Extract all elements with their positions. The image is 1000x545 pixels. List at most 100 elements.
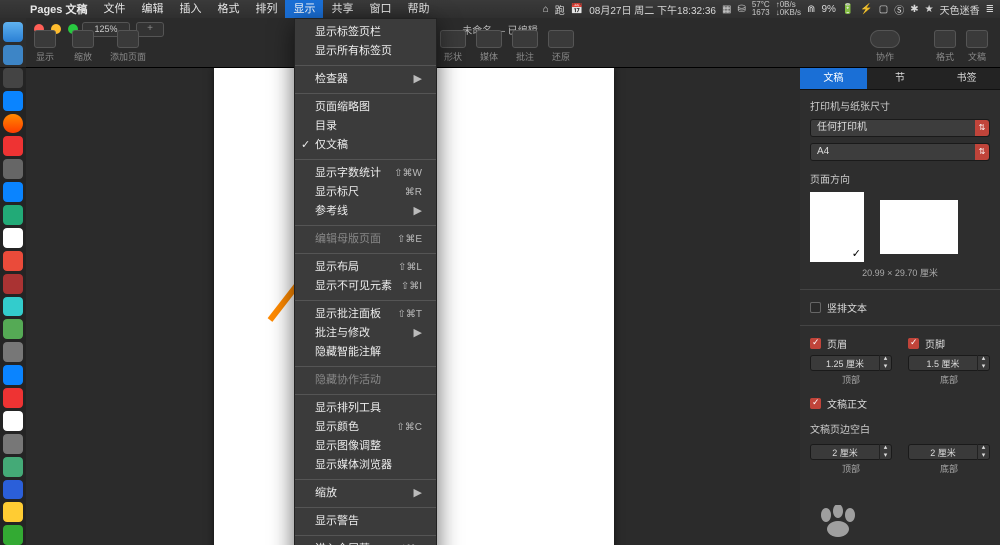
menu-item[interactable]: 显示颜色⇧⌘C: [295, 418, 436, 437]
dock-app[interactable]: [3, 274, 23, 294]
menu-item[interactable]: 显示排列工具: [295, 399, 436, 418]
header-stepper[interactable]: 1.25 厘米▴▾: [810, 355, 892, 371]
tab-document[interactable]: 文稿: [800, 68, 867, 90]
menu-item[interactable]: 显示所有标签页: [295, 42, 436, 61]
date-time[interactable]: 08月27日 周二 下午18:32:36: [589, 2, 716, 17]
zoom-icon[interactable]: [72, 30, 94, 48]
submenu-arrow-icon: ▶: [414, 204, 422, 219]
menu-item[interactable]: 显示批注面板⇧⌘T: [295, 305, 436, 324]
dock-app[interactable]: [3, 159, 23, 179]
menu-item[interactable]: 显示媒体浏览器: [295, 456, 436, 475]
stepper-arrows-icon[interactable]: ▴▾: [977, 444, 989, 460]
wifi2-icon[interactable]: ⋒: [807, 4, 815, 15]
printer-select[interactable]: 任何打印机⇅: [810, 119, 990, 137]
cal-icon[interactable]: 📅: [571, 4, 583, 15]
dock-app[interactable]: [3, 91, 23, 111]
menu-item[interactable]: 参考线▶: [295, 202, 436, 221]
footer-checkbox[interactable]: [908, 338, 919, 349]
graph-icon[interactable]: ▦: [722, 4, 731, 15]
app-name[interactable]: Pages 文稿: [22, 1, 95, 17]
menu-item[interactable]: 显示标签页栏: [295, 23, 436, 42]
body-checkbox[interactable]: [810, 398, 821, 409]
dock-app[interactable]: [3, 411, 23, 431]
dock-app[interactable]: [3, 434, 23, 454]
view-icon[interactable]: [34, 30, 56, 48]
dock-app[interactable]: [3, 136, 23, 156]
menu-help[interactable]: 帮助: [399, 0, 437, 18]
menu-format[interactable]: 格式: [209, 0, 247, 18]
shape-icon[interactable]: [440, 30, 466, 48]
lang-icon[interactable]: 跑: [555, 2, 565, 17]
format-icon[interactable]: [934, 30, 956, 48]
margin-top-stepper[interactable]: 2 厘米▴▾: [810, 444, 892, 460]
menu-share[interactable]: 共享: [323, 0, 361, 18]
dock-app[interactable]: [3, 342, 23, 362]
dock-app[interactable]: [3, 480, 23, 500]
margin-bottom-stepper[interactable]: 2 厘米▴▾: [908, 444, 990, 460]
menu-item[interactable]: 显示字数统计⇧⌘W: [295, 164, 436, 183]
dock-app[interactable]: [3, 365, 23, 385]
stepper-arrows-icon[interactable]: ▴▾: [879, 444, 891, 460]
dock-app[interactable]: [3, 45, 23, 65]
menu-item[interactable]: 进入全屏幕^⌘F: [295, 540, 436, 545]
menu-window[interactable]: 窗口: [361, 0, 399, 18]
battery-text[interactable]: 9%: [821, 4, 835, 15]
dock-app[interactable]: [3, 205, 23, 225]
dock-app[interactable]: [3, 457, 23, 477]
wifi-icon[interactable]: ⌂: [543, 4, 549, 15]
menu-item[interactable]: 显示图像调整: [295, 437, 436, 456]
menu-item[interactable]: 目录: [295, 117, 436, 136]
dock-app[interactable]: [3, 525, 23, 545]
bluetooth-icon[interactable]: ✱: [910, 4, 918, 15]
dock-app[interactable]: [3, 319, 23, 339]
collab-icon[interactable]: [870, 30, 900, 48]
stepper-arrows-icon[interactable]: ▴▾: [879, 355, 891, 371]
dock-app[interactable]: [3, 228, 23, 248]
disk-icon[interactable]: ⛁: [737, 4, 745, 15]
menu-item[interactable]: 显示警告: [295, 512, 436, 531]
display-icon[interactable]: ▢: [879, 4, 888, 15]
menu-item[interactable]: 显示布局⇧⌘L: [295, 258, 436, 277]
dock-app[interactable]: [3, 68, 23, 88]
menu-item[interactable]: 隐藏智能注解: [295, 343, 436, 362]
orientation-portrait[interactable]: ✓: [810, 192, 864, 262]
right-text[interactable]: 天色迷香: [940, 2, 980, 17]
menu-item[interactable]: 缩放▶: [295, 484, 436, 503]
dock-app[interactable]: [3, 182, 23, 202]
star-icon[interactable]: ★: [925, 4, 934, 15]
menu-file[interactable]: 文件: [95, 0, 133, 18]
dock-app[interactable]: [3, 251, 23, 271]
paper-select[interactable]: A4⇅: [810, 143, 990, 161]
menu-arrange[interactable]: 排列: [247, 0, 285, 18]
battery-icon[interactable]: 🔋: [842, 4, 854, 15]
header-checkbox[interactable]: [810, 338, 821, 349]
menu-item[interactable]: 显示标尺⌘R: [295, 183, 436, 202]
tab-bookmark[interactable]: 书签: [933, 68, 1000, 90]
addpage-icon[interactable]: [117, 30, 139, 48]
stepper-arrows-icon[interactable]: ▴▾: [977, 355, 989, 371]
media-icon[interactable]: [476, 30, 502, 48]
menu-item[interactable]: 显示不可见元素⇧⌘I: [295, 277, 436, 296]
plug-icon[interactable]: ⚡: [860, 4, 872, 15]
dock-app[interactable]: [3, 22, 23, 42]
dock-app[interactable]: [3, 114, 23, 134]
menu-item[interactable]: 批注与修改▶: [295, 324, 436, 343]
orientation-landscape[interactable]: [880, 200, 958, 254]
menu-insert[interactable]: 插入: [171, 0, 209, 18]
vertical-text-checkbox[interactable]: [810, 302, 821, 313]
dock-app[interactable]: [3, 502, 23, 522]
dock-app[interactable]: [3, 388, 23, 408]
menu-edit[interactable]: 编辑: [133, 0, 171, 18]
list-icon[interactable]: ≣: [986, 4, 994, 15]
menu-item[interactable]: 页面缩略图: [295, 98, 436, 117]
comment-icon[interactable]: [512, 30, 538, 48]
menu-view[interactable]: 显示: [285, 0, 323, 18]
footer-stepper[interactable]: 1.5 厘米▴▾: [908, 355, 990, 371]
tab-section[interactable]: 节: [867, 68, 934, 90]
undo-icon[interactable]: [548, 30, 574, 48]
menu-item[interactable]: 检查器▶: [295, 70, 436, 89]
s-icon[interactable]: Ⓢ: [894, 2, 904, 17]
document-icon[interactable]: [966, 30, 988, 48]
dock-app[interactable]: [3, 297, 23, 317]
menu-item[interactable]: ✓仅文稿: [295, 136, 436, 155]
